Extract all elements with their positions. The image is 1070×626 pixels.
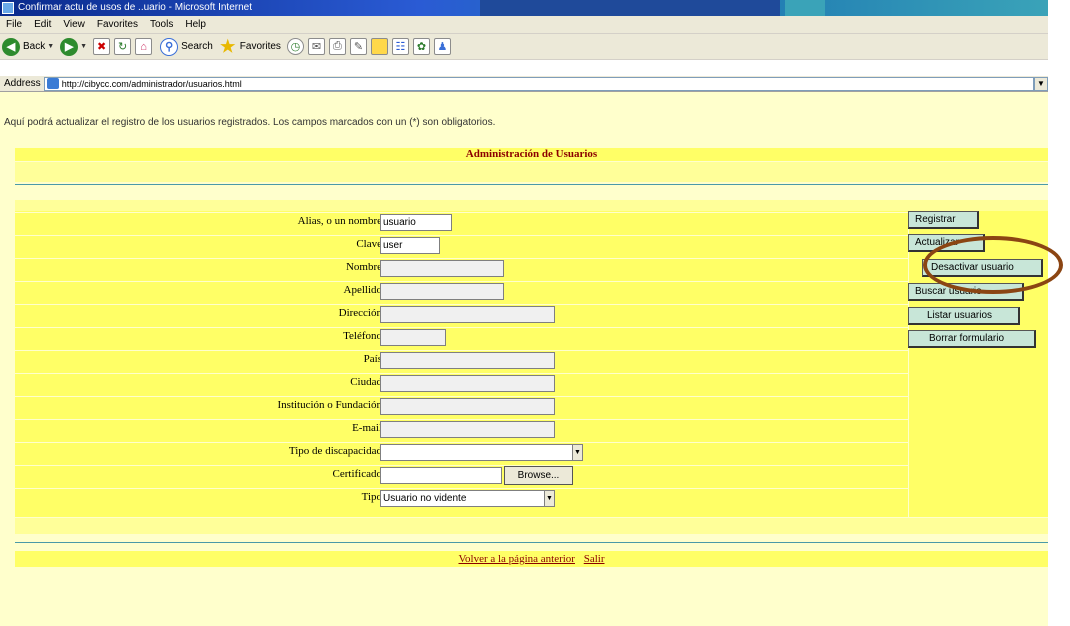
window-title: Confirmar actu de usos de ..uario - Micr… — [18, 2, 252, 13]
menu-tools[interactable]: Tools — [150, 19, 173, 30]
title-decoration — [785, 0, 825, 16]
intro-text: Aquí podrá actualizar el registro de los… — [4, 117, 496, 128]
page-content: Aquí podrá actualizar el registro de los… — [0, 92, 1048, 626]
address-dropdown-icon[interactable]: ▼ — [1034, 76, 1048, 91]
stop-icon[interactable]: ✖ — [93, 38, 111, 55]
title-decoration — [480, 0, 780, 16]
toolbar: ◀ Back ▼ ▶ ▼ ✖ ↻ ⌂ ⚲ Search ★ Favorites … — [0, 34, 1048, 60]
ie-app-icon — [2, 2, 14, 14]
home-icon[interactable]: ⌂ — [135, 38, 153, 55]
form-row-clave: Clave user — [15, 235, 908, 255]
field-label: Alias, o un nombre — [297, 215, 382, 227]
address-label: Address — [4, 78, 41, 89]
field-label: Tipo — [361, 491, 382, 503]
spacer-band — [15, 200, 1048, 211]
search-icon: ⚲ — [160, 37, 179, 56]
forward-button[interactable]: ▶ ▼ — [60, 36, 87, 58]
dropdown-arrow-icon: ▼ — [544, 491, 554, 506]
discapacidad-select[interactable]: ▼ — [380, 444, 583, 461]
menu-bar: File Edit View Favorites Tools Help — [0, 16, 1048, 34]
form-row-email: E-mail — [15, 419, 908, 439]
browse-button[interactable]: Browse... — [504, 466, 573, 485]
form-row-telefono: Teléfono — [15, 327, 908, 347]
page-icon — [46, 78, 59, 89]
form-row-apellido: Apellido — [15, 281, 908, 301]
certificado-input[interactable] — [380, 467, 502, 484]
telefono-input[interactable] — [380, 329, 446, 346]
form-row-ciudad: Ciudad — [15, 373, 908, 393]
address-url: http://cibycc.com/administrador/usuarios… — [61, 78, 242, 89]
dropdown-arrow-icon: ▼ — [47, 43, 55, 50]
menu-view[interactable]: View — [63, 19, 85, 30]
field-label: Institución o Fundación — [277, 399, 383, 411]
divider — [15, 542, 1048, 543]
form-row-direccion: Dirección — [15, 304, 908, 324]
spacer-band — [15, 162, 1048, 182]
field-label: Certificado — [332, 468, 382, 480]
email-input[interactable] — [380, 421, 555, 438]
menu-file[interactable]: File — [6, 19, 22, 30]
menu-help[interactable]: Help — [185, 19, 206, 30]
registrar-button[interactable]: Registrar — [908, 211, 979, 229]
window-titlebar: Confirmar actu de usos de ..uario - Micr… — [0, 0, 1048, 16]
field-label: Ciudad — [350, 376, 382, 388]
footer-links: Volver a la página anterior Salir — [15, 551, 1048, 567]
history-icon[interactable]: ◷ — [286, 38, 304, 55]
field-label: Tipo de discapacidad — [288, 445, 382, 457]
star-icon: ★ — [220, 36, 236, 56]
field-label: Nombre — [345, 261, 382, 273]
form-row-alias: Alias, o un nombre usuario — [15, 212, 908, 232]
field-label: Dirección — [338, 307, 382, 319]
dropdown-arrow-icon: ▼ — [572, 445, 582, 460]
apellido-input[interactable] — [380, 283, 504, 300]
form-row-institucion: Institución o Fundación — [15, 396, 908, 416]
field-label: Apellido — [343, 284, 383, 296]
refresh-icon[interactable]: ↻ — [114, 38, 132, 55]
address-bar: Address http://cibycc.com/administrador/… — [0, 76, 1048, 92]
back-button[interactable]: ◀ Back ▼ — [2, 36, 54, 58]
users-icon[interactable]: ♟ — [433, 38, 451, 55]
field-label: Teléfono — [343, 330, 382, 342]
form-row-discapacidad: Tipo de discapacidad ▼ — [15, 442, 908, 462]
password-input[interactable]: user — [380, 237, 440, 254]
exit-link[interactable]: Salir — [584, 553, 605, 565]
borrar-formulario-button[interactable]: Borrar formulario — [908, 330, 1036, 348]
form-row-tipo: Tipo Usuario no vidente ▼ — [15, 488, 908, 508]
messenger-icon[interactable]: ✿ — [412, 38, 430, 55]
forward-arrow-icon: ▶ — [60, 37, 79, 56]
alias-input[interactable]: usuario — [380, 214, 452, 231]
pais-input[interactable] — [380, 352, 555, 369]
print-icon[interactable]: ⎙ — [328, 38, 346, 55]
favorites-button[interactable]: ★ Favorites — [219, 36, 281, 58]
mail-icon[interactable]: ✉ — [307, 38, 325, 55]
edit-icon[interactable]: ✎ — [349, 38, 367, 55]
back-link[interactable]: Volver a la página anterior — [458, 553, 574, 565]
form-row-nombre: Nombre — [15, 258, 908, 278]
menu-favorites[interactable]: Favorites — [97, 19, 138, 30]
highlight-annotation — [923, 236, 1063, 294]
search-button[interactable]: ⚲ Search — [160, 36, 213, 58]
spacer-band — [15, 518, 1048, 534]
listar-usuarios-button[interactable]: Listar usuarios — [908, 307, 1020, 325]
section-title: Administración de Usuarios — [15, 148, 1048, 161]
institucion-input[interactable] — [380, 398, 555, 415]
divider — [15, 184, 1048, 185]
direccion-input[interactable] — [380, 306, 555, 323]
form-row-pais: País — [15, 350, 908, 370]
form-row-certificado: Certificado Browse... — [15, 465, 908, 485]
field-label: Clave — [356, 238, 382, 250]
menu-edit[interactable]: Edit — [34, 19, 51, 30]
discuss-icon[interactable] — [370, 38, 388, 55]
research-icon[interactable]: ☷ — [391, 38, 409, 55]
dropdown-arrow-icon: ▼ — [80, 43, 88, 50]
ciudad-input[interactable] — [380, 375, 555, 392]
back-arrow-icon: ◀ — [2, 37, 20, 56]
address-input[interactable]: http://cibycc.com/administrador/usuarios… — [43, 76, 1034, 91]
nombre-input[interactable] — [380, 260, 504, 277]
tipo-select[interactable]: Usuario no vidente ▼ — [380, 490, 555, 507]
field-label: E-mail — [352, 422, 382, 434]
